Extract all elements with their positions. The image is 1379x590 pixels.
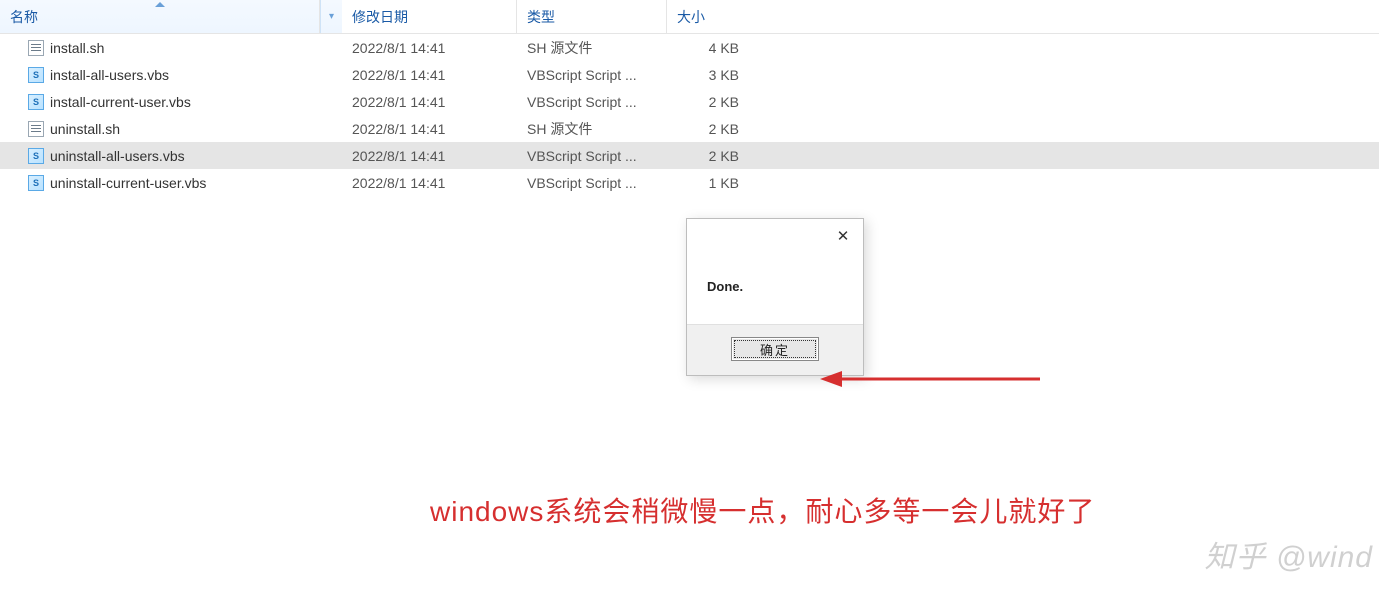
file-size-cell: 1 KB <box>667 175 757 191</box>
column-header-date[interactable]: 修改日期 <box>342 0 517 33</box>
sh-file-icon <box>28 121 44 137</box>
column-header-type-label: 类型 <box>527 7 555 27</box>
annotation-caption: windows系统会稍微慢一点，耐心多等一会儿就好了 <box>430 490 1095 530</box>
file-type-cell: VBScript Script ... <box>517 67 667 83</box>
close-icon: ✕ <box>837 227 850 245</box>
file-list: install.sh2022/8/1 14:41SH 源文件4 KBinstal… <box>0 34 1379 196</box>
column-header-name[interactable]: 名称 <box>0 0 320 33</box>
file-size-cell: 2 KB <box>667 94 757 110</box>
vbs-file-icon <box>28 67 44 83</box>
file-name-label: uninstall.sh <box>50 121 120 137</box>
dialog-titlebar: ✕ <box>687 219 863 253</box>
file-name-label: install-current-user.vbs <box>50 94 191 110</box>
file-name-label: install.sh <box>50 40 104 56</box>
file-name-label: uninstall-all-users.vbs <box>50 148 185 164</box>
column-header-type[interactable]: 类型 <box>517 0 667 33</box>
message-dialog: ✕ Done. 确定 <box>686 218 864 376</box>
file-type-cell: VBScript Script ... <box>517 148 667 164</box>
file-row[interactable]: install-all-users.vbs 2022/8/1 14:41VBScr… <box>0 61 1379 88</box>
file-row[interactable]: uninstall.sh 2022/8/1 14:41SH 源文件2 KB <box>0 115 1379 142</box>
file-name-cell: install-current-user.vbs <box>0 94 342 110</box>
file-size-cell: 4 KB <box>667 40 757 56</box>
file-name-cell: uninstall-current-user.vbs <box>0 175 342 191</box>
file-row[interactable]: install.sh 2022/8/1 14:41SH 源文件4 KB <box>0 34 1379 61</box>
file-date-cell: 2022/8/1 14:41 <box>342 40 517 56</box>
sort-ascending-icon <box>155 2 165 7</box>
vbs-file-icon <box>28 148 44 164</box>
dialog-ok-label: 确定 <box>760 340 790 359</box>
column-header-date-label: 修改日期 <box>352 7 408 27</box>
file-date-cell: 2022/8/1 14:41 <box>342 94 517 110</box>
column-header-size-label: 大小 <box>677 7 705 27</box>
file-size-cell: 2 KB <box>667 121 757 137</box>
file-name-cell: install.sh <box>0 40 342 56</box>
dialog-ok-button[interactable]: 确定 <box>731 337 819 361</box>
watermark-text: 知乎 @wind <box>1205 532 1374 576</box>
file-date-cell: 2022/8/1 14:41 <box>342 67 517 83</box>
dialog-message: Done. <box>687 253 863 324</box>
file-date-cell: 2022/8/1 14:41 <box>342 121 517 137</box>
file-row[interactable]: uninstall-current-user.vbs 2022/8/1 14:41… <box>0 169 1379 196</box>
file-row[interactable]: uninstall-all-users.vbs 2022/8/1 14:41VBS… <box>0 142 1379 169</box>
vbs-file-icon <box>28 94 44 110</box>
file-date-cell: 2022/8/1 14:41 <box>342 148 517 164</box>
column-header-row: 名称 ▾ 修改日期 类型 大小 <box>0 0 1379 34</box>
sh-file-icon <box>28 40 44 56</box>
dialog-close-button[interactable]: ✕ <box>823 219 863 253</box>
file-name-cell: uninstall-all-users.vbs <box>0 148 342 164</box>
chevron-down-icon: ▾ <box>329 11 334 22</box>
file-size-cell: 3 KB <box>667 67 757 83</box>
vbs-file-icon <box>28 175 44 191</box>
file-name-label: install-all-users.vbs <box>50 67 169 83</box>
file-row[interactable]: install-current-user.vbs 2022/8/1 14:41VB… <box>0 88 1379 115</box>
file-type-cell: SH 源文件 <box>517 119 667 139</box>
column-header-name-dropdown[interactable]: ▾ <box>320 0 342 33</box>
file-name-cell: install-all-users.vbs <box>0 67 342 83</box>
file-name-label: uninstall-current-user.vbs <box>50 175 206 191</box>
column-header-name-label: 名称 <box>10 7 38 27</box>
file-size-cell: 2 KB <box>667 148 757 164</box>
file-type-cell: SH 源文件 <box>517 38 667 58</box>
file-type-cell: VBScript Script ... <box>517 94 667 110</box>
file-date-cell: 2022/8/1 14:41 <box>342 175 517 191</box>
file-type-cell: VBScript Script ... <box>517 175 667 191</box>
file-name-cell: uninstall.sh <box>0 121 342 137</box>
column-header-size[interactable]: 大小 <box>667 0 757 33</box>
annotation-arrow-icon <box>820 364 1040 394</box>
